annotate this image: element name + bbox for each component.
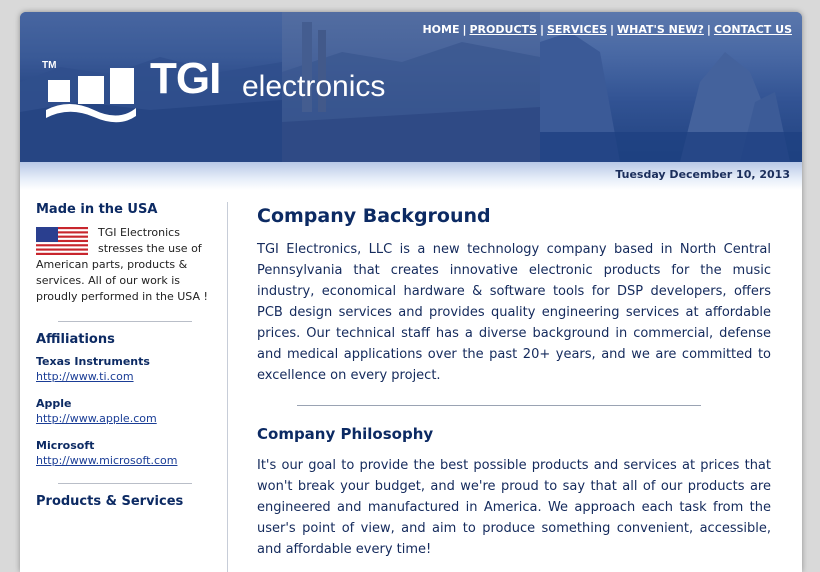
affiliation-link-ti[interactable]: http://www.ti.com: [36, 370, 216, 383]
nav-separator: |: [706, 23, 711, 36]
affiliation-item: Texas Instruments http://www.ti.com: [36, 355, 216, 383]
sidebar-divider: [58, 483, 192, 484]
page-frame: TM TGI electronics HOME | PRODUCTS | SERVICE…: [20, 12, 802, 572]
nav-separator: |: [539, 23, 544, 36]
affiliation-name: Texas Instruments: [36, 355, 150, 368]
sidebar: Made in the USA TGI Electronics stresses…: [36, 202, 216, 517]
header-banner: TM TGI electronics HOME | PRODUCTS | SERVICE…: [20, 12, 802, 162]
nav-services[interactable]: SERVICES: [547, 23, 607, 36]
company-logo[interactable]: TM TGI electronics: [42, 54, 462, 126]
made-in-usa-heading: Made in the USA: [36, 202, 158, 217]
affiliation-item: Apple http://www.apple.com: [36, 397, 216, 425]
nav-home[interactable]: HOME: [422, 23, 459, 36]
sidebar-divider: [58, 321, 192, 322]
logo-text-tgi: TGI: [150, 54, 221, 103]
company-background-heading: Company Background: [257, 205, 491, 227]
affiliation-link-apple[interactable]: http://www.apple.com: [36, 412, 216, 425]
affiliations-heading: Affiliations: [36, 332, 115, 347]
nav-whats-new[interactable]: WHAT'S NEW?: [617, 23, 704, 36]
made-in-usa-block: TGI Electronics stresses the use of Amer…: [36, 225, 216, 305]
nav-separator: |: [610, 23, 615, 36]
logo-text-electronics: electronics: [242, 70, 386, 103]
company-philosophy-heading: Company Philosophy: [257, 425, 434, 443]
nav-products[interactable]: PRODUCTS: [470, 23, 537, 36]
content-divider: [297, 405, 701, 406]
column-divider: [227, 202, 228, 572]
products-services-heading: Products & Services: [36, 494, 184, 509]
nav-separator: |: [462, 23, 467, 36]
nav-contact-us[interactable]: CONTACT US: [714, 23, 792, 36]
company-background-text: TGI Electronics, LLC is a new technology…: [257, 242, 771, 383]
affiliation-name: Microsoft: [36, 439, 95, 452]
affiliation-item: Microsoft http://www.microsoft.com: [36, 439, 216, 467]
current-date: Tuesday December 10, 2013: [615, 168, 790, 181]
company-philosophy-text: It's our goal to provide the best possib…: [257, 458, 771, 557]
top-navigation: HOME | PRODUCTS | SERVICES | WHAT'S NEW? | CONTA…: [422, 23, 792, 36]
main-content: Company Background TGI Electronics, LLC …: [257, 205, 771, 560]
logo-mark-icon: [46, 68, 136, 123]
us-flag-icon: [36, 227, 88, 255]
affiliation-link-microsoft[interactable]: http://www.microsoft.com: [36, 454, 216, 467]
affiliation-name: Apple: [36, 397, 72, 410]
